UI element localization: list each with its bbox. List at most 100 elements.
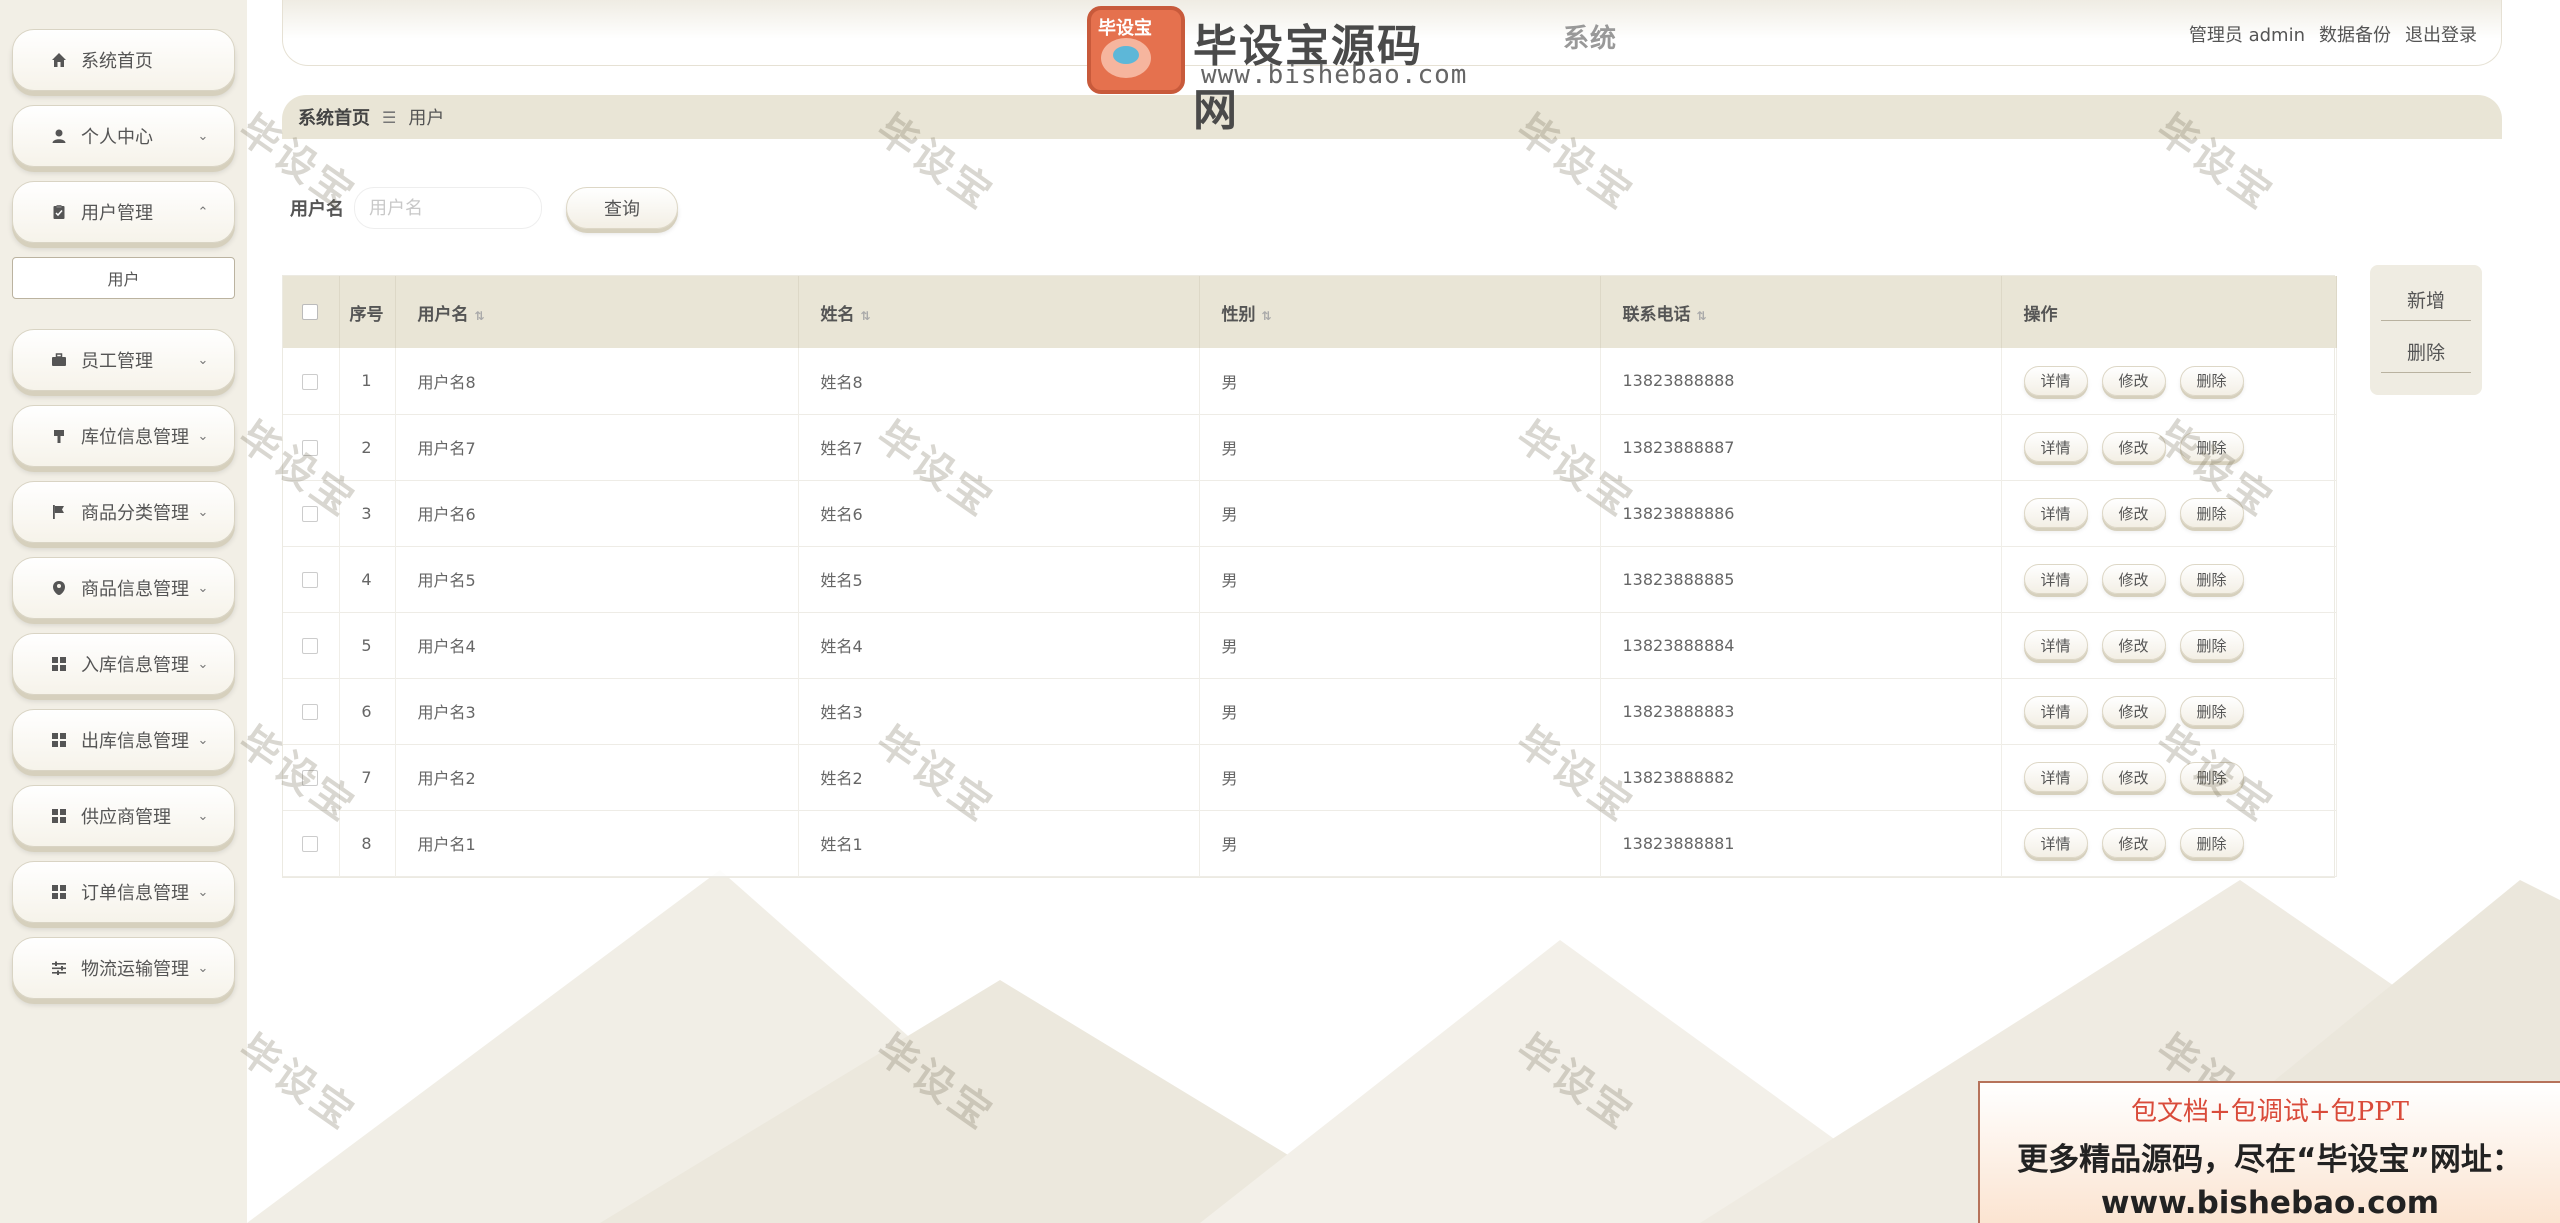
edit-button[interactable]: 修改 <box>2101 696 2166 726</box>
sidebar-item-supplier-management[interactable]: 供应商管理 ⌄ <box>12 785 235 847</box>
detail-button[interactable]: 详情 <box>2023 828 2088 858</box>
select-all-checkbox[interactable] <box>302 304 319 320</box>
row-checkbox[interactable] <box>302 506 319 522</box>
logout-link[interactable]: 退出登录 <box>2405 21 2477 47</box>
search-button[interactable]: 查询 <box>566 187 678 229</box>
delete-button[interactable]: 删除 <box>2179 828 2244 858</box>
cell-name: 姓名3 <box>798 678 1200 744</box>
cell-gender: 男 <box>1199 480 1601 546</box>
sidebar-item-personal-center[interactable]: 个人中心 ⌄ <box>12 105 235 167</box>
grid-icon <box>49 730 69 750</box>
row-checkbox[interactable] <box>302 704 319 720</box>
detail-button[interactable]: 详情 <box>2023 696 2088 726</box>
sidebar-item-logistics-management[interactable]: 物流运输管理 ⌄ <box>12 937 235 999</box>
chevron-down-icon: ⌄ <box>197 128 209 144</box>
add-button[interactable]: 新增 <box>2381 279 2471 321</box>
table-body: 1 用户名8 姓名8 男 13823888888 详情 修改 删除 2 用户名7 姓名7 男 13823… <box>283 348 2337 876</box>
delete-button[interactable]: 删除 <box>2179 762 2244 792</box>
sidebar-item-inbound-management[interactable]: 入库信息管理 ⌄ <box>12 633 235 695</box>
delete-button[interactable]: 删除 <box>2179 365 2244 396</box>
sidebar-item-home[interactable]: 系统首页 <box>12 29 235 91</box>
breadcrumb-separator-icon: ☰ <box>382 107 397 127</box>
edit-button[interactable]: 修改 <box>2101 762 2166 792</box>
cell-gender: 男 <box>1199 678 1601 744</box>
sidebar-item-user-management[interactable]: 用户管理 ⌃ <box>12 181 235 243</box>
edit-button[interactable]: 修改 <box>2101 630 2166 660</box>
cell-index: 1 <box>339 348 396 414</box>
select-all-cell <box>283 276 340 348</box>
table-row: 4 用户名5 姓名5 男 13823888885 详情 修改 删除 <box>283 546 2337 612</box>
cell-gender: 男 <box>1199 546 1601 612</box>
header-username[interactable]: 用户名 ⇅ <box>395 276 799 348</box>
sidebar-item-category-management[interactable]: 商品分类管理 ⌄ <box>12 481 235 543</box>
row-select-cell <box>283 744 340 810</box>
promo-banner[interactable]: 包文档+包调试+包PPT 更多精品源码，尽在“毕设宝”网址： www.bishe… <box>1978 1081 2560 1223</box>
row-checkbox[interactable] <box>302 638 319 654</box>
detail-button[interactable]: 详情 <box>2023 432 2088 462</box>
table-row: 7 用户名2 姓名2 男 13823888882 详情 修改 删除 <box>283 744 2337 810</box>
cell-index: 3 <box>339 480 396 546</box>
cell-name: 姓名5 <box>798 546 1200 612</box>
sort-icon[interactable]: ⇅ <box>475 309 485 323</box>
sort-icon[interactable]: ⇅ <box>861 309 871 323</box>
row-checkbox[interactable] <box>302 440 319 456</box>
sidebar-item-label: 用户管理 <box>81 203 153 224</box>
delete-button[interactable]: 删除 <box>2179 630 2244 660</box>
edit-button[interactable]: 修改 <box>2101 564 2166 594</box>
promo-line-3: www.bishebao.com <box>2100 1185 2440 1221</box>
sidebar-item-label: 物流运输管理 <box>81 959 189 980</box>
table-row: 6 用户名3 姓名3 男 13823888883 详情 修改 删除 <box>283 678 2337 744</box>
sort-icon[interactable]: ⇅ <box>1697 309 1707 323</box>
sort-icon[interactable]: ⇅ <box>1262 309 1272 323</box>
edit-button[interactable]: 修改 <box>2101 432 2166 462</box>
delete-button[interactable]: 删除 <box>2179 696 2244 726</box>
delete-button[interactable]: 删除 <box>2179 564 2244 594</box>
cell-ops: 详情 修改 删除 <box>2001 678 2337 744</box>
cell-name: 姓名6 <box>798 480 1200 546</box>
cell-name: 姓名2 <box>798 744 1200 810</box>
cell-username: 用户名8 <box>395 348 799 414</box>
row-checkbox[interactable] <box>302 770 319 786</box>
cell-gender: 男 <box>1199 612 1601 678</box>
sidebar-item-order-management[interactable]: 订单信息管理 ⌄ <box>12 861 235 923</box>
sidebar-item-outbound-management[interactable]: 出库信息管理 ⌄ <box>12 709 235 771</box>
row-select-cell <box>283 546 340 612</box>
detail-button[interactable]: 详情 <box>2023 630 2088 660</box>
detail-button[interactable]: 详情 <box>2023 564 2088 594</box>
detail-button[interactable]: 详情 <box>2023 498 2088 528</box>
cell-ops: 详情 修改 删除 <box>2001 348 2337 414</box>
cell-phone: 13823888887 <box>1600 414 2002 480</box>
row-checkbox[interactable] <box>302 836 319 852</box>
sidebar-item-label: 商品分类管理 <box>81 503 189 524</box>
row-checkbox[interactable] <box>302 373 319 390</box>
sidebar-item-label: 系统首页 <box>81 51 153 72</box>
breadcrumb-home[interactable]: 系统首页 <box>298 104 370 130</box>
sidebar-item-product-management[interactable]: 商品信息管理 ⌄ <box>12 557 235 619</box>
delete-button[interactable]: 删除 <box>2179 498 2244 528</box>
data-backup-link[interactable]: 数据备份 <box>2319 21 2391 47</box>
sidebar-item-location-management[interactable]: 库位信息管理 ⌄ <box>12 405 235 467</box>
sliders-icon <box>49 958 69 978</box>
detail-button[interactable]: 详情 <box>2023 365 2088 396</box>
sidebar-item-employee-management[interactable]: 员工管理 ⌄ <box>12 329 235 391</box>
username-search-input[interactable] <box>354 187 542 229</box>
sidebar-subitem-users[interactable]: 用户 <box>12 257 235 299</box>
row-checkbox[interactable] <box>302 572 319 588</box>
detail-button[interactable]: 详情 <box>2023 762 2088 792</box>
chevron-up-icon: ⌃ <box>197 204 209 220</box>
table-row: 3 用户名6 姓名6 男 13823888886 详情 修改 删除 <box>283 480 2337 546</box>
batch-delete-button[interactable]: 删除 <box>2381 331 2471 373</box>
sidebar-item-label: 商品信息管理 <box>81 579 189 600</box>
edit-button[interactable]: 修改 <box>2101 365 2166 396</box>
delete-button[interactable]: 删除 <box>2179 432 2244 462</box>
cell-index: 4 <box>339 546 396 612</box>
edit-button[interactable]: 修改 <box>2101 498 2166 528</box>
row-select-cell <box>283 414 340 480</box>
header-name[interactable]: 姓名 ⇅ <box>798 276 1200 348</box>
header-phone[interactable]: 联系电话 ⇅ <box>1600 276 2002 348</box>
action-panel: 新增 删除 <box>2370 265 2482 395</box>
edit-button[interactable]: 修改 <box>2101 828 2166 858</box>
chevron-down-icon: ⌄ <box>197 504 209 520</box>
briefcase-icon <box>49 350 69 370</box>
header-gender[interactable]: 性别 ⇅ <box>1199 276 1601 348</box>
